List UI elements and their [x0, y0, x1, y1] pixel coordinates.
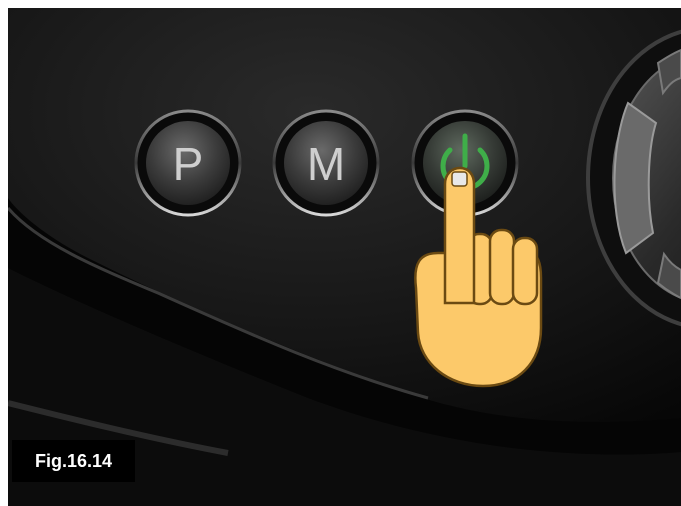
m-button-label: M [307, 138, 345, 190]
p-button-label: P [173, 138, 204, 190]
dpad-left-key[interactable] [613, 101, 658, 255]
p-button[interactable]: P [134, 109, 242, 217]
device-photo: P M [8, 8, 681, 506]
figure-label: Fig.16.14 [12, 440, 135, 482]
m-button[interactable]: M [272, 109, 380, 217]
figure-frame: P M Fig.16.14 [0, 0, 681, 506]
